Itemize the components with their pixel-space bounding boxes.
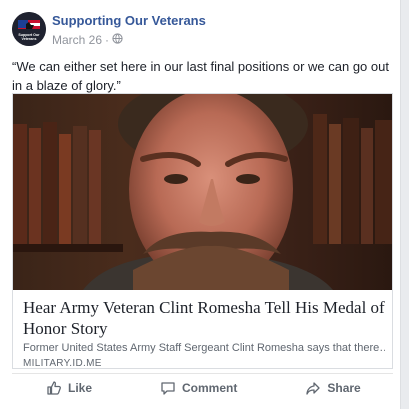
- like-button[interactable]: Like: [12, 374, 126, 402]
- thumbs-up-icon: [46, 380, 62, 396]
- link-description: Former United States Army Staff Sergeant…: [23, 342, 385, 354]
- page-name-link[interactable]: Supporting Our Veterans: [52, 13, 206, 28]
- globe-icon: [112, 33, 123, 47]
- post-meta: March 26 ·: [52, 33, 123, 47]
- post-date[interactable]: March 26: [52, 33, 102, 47]
- meta-separator: ·: [105, 33, 110, 47]
- svg-text:Veterans: Veterans: [22, 37, 37, 41]
- post-actions: Like Comment Share: [12, 374, 393, 402]
- like-label: Like: [68, 381, 93, 395]
- comment-button[interactable]: Comment: [126, 374, 271, 402]
- comment-label: Comment: [182, 381, 238, 395]
- share-label: Share: [327, 381, 361, 395]
- post-text: “We can either set here in our last fina…: [12, 59, 389, 93]
- flag-logo-icon: Support Our Veterans: [12, 12, 46, 46]
- link-preview-image[interactable]: [13, 94, 392, 290]
- share-arrow-icon: [305, 380, 321, 396]
- comment-bubble-icon: [160, 380, 176, 396]
- page-avatar[interactable]: Support Our Veterans: [12, 12, 46, 46]
- post-header: Support Our Veterans Supporting Our Vete…: [12, 12, 392, 52]
- link-title[interactable]: Hear Army Veteran Clint Romesha Tell His…: [23, 297, 385, 339]
- link-domain: MILITARY.ID.ME: [23, 358, 102, 369]
- link-preview[interactable]: Hear Army Veteran Clint Romesha Tell His…: [12, 93, 393, 369]
- share-button[interactable]: Share: [271, 374, 394, 402]
- post-card: Support Our Veterans Supporting Our Vete…: [0, 0, 401, 409]
